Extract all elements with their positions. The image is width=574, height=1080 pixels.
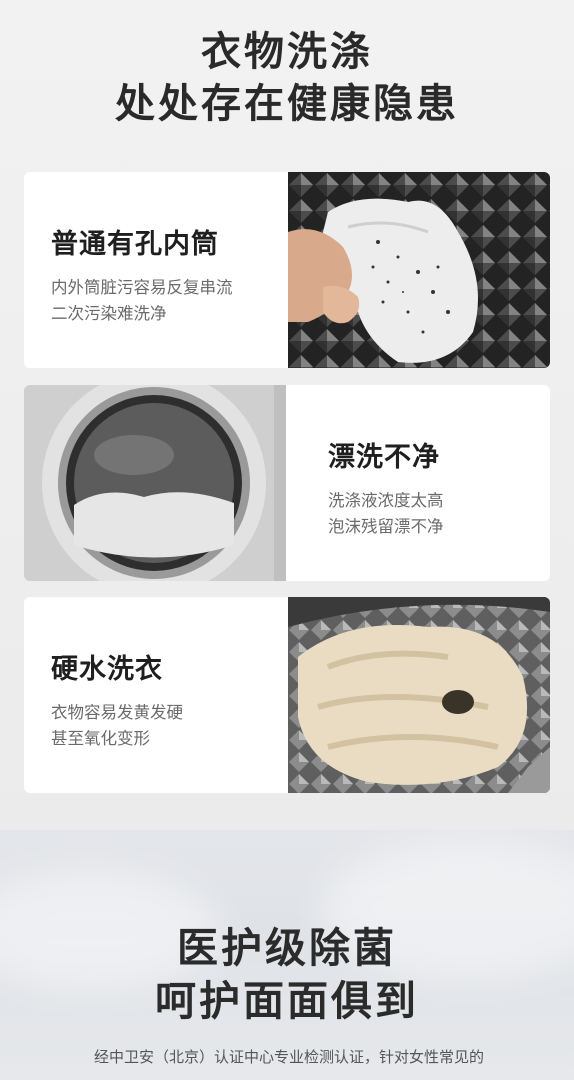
hazard-card-hard-water: 硬水洗衣 衣物容易发黄发硬 甚至氧化变形 [24,597,550,793]
washer-door-foam-photo [24,385,286,581]
health-hazards-section: 衣物洗涤 处处存在健康隐患 普通有孔内筒 内外筒脏污容易反复串流 二次污染难洗净 [0,0,574,830]
card-description-line: 洗涤液浓度太高 [328,491,444,510]
title-line-2: 处处存在健康隐患 [115,81,459,127]
card-description-line: 泡沫残留漂不净 [328,517,444,536]
card-heading: 漂洗不净 [328,442,440,473]
hazard-card-perforated-drum: 普通有孔内筒 内外筒脏污容易反复串流 二次污染难洗净 [24,172,550,368]
yellowed-towel-in-drum-photo [288,597,550,793]
card-description-line: 二次污染难洗净 [51,304,167,323]
sterilization-section: 医护级除菌 呵护面面俱到 经中卫安（北京）认证中心专业检测认证，针对女性常见的 [0,830,574,1080]
section-title: 衣物洗涤 处处存在健康隐患 [0,26,574,130]
certification-description: 经中卫安（北京）认证中心专业检测认证，针对女性常见的 [93,1048,484,1066]
card-heading: 硬水洗衣 [51,654,163,685]
dirty-tissue-on-drum-photo [288,172,550,368]
card-description-line: 衣物容易发黄发硬 [51,703,183,722]
card-heading: 普通有孔内筒 [51,229,219,260]
card-description-line: 内外筒脏污容易反复串流 [51,278,233,297]
title-line-1: 衣物洗涤 [201,29,373,75]
card-description-line: 甚至氧化变形 [51,729,150,748]
card-text: 硬水洗衣 衣物容易发黄发硬 甚至氧化变形 [24,597,286,793]
title-line-2: 呵护面面俱到 [155,977,419,1025]
title-line-1: 医护级除菌 [177,924,397,972]
card-text: 漂洗不净 洗涤液浓度太高 泡沫残留漂不净 [288,385,550,581]
hazard-card-rinse: 漂洗不净 洗涤液浓度太高 泡沫残留漂不净 [24,385,550,581]
card-text: 普通有孔内筒 内外筒脏污容易反复串流 二次污染难洗净 [24,172,286,368]
sterilization-title: 医护级除菌 呵护面面俱到 [0,922,574,1028]
